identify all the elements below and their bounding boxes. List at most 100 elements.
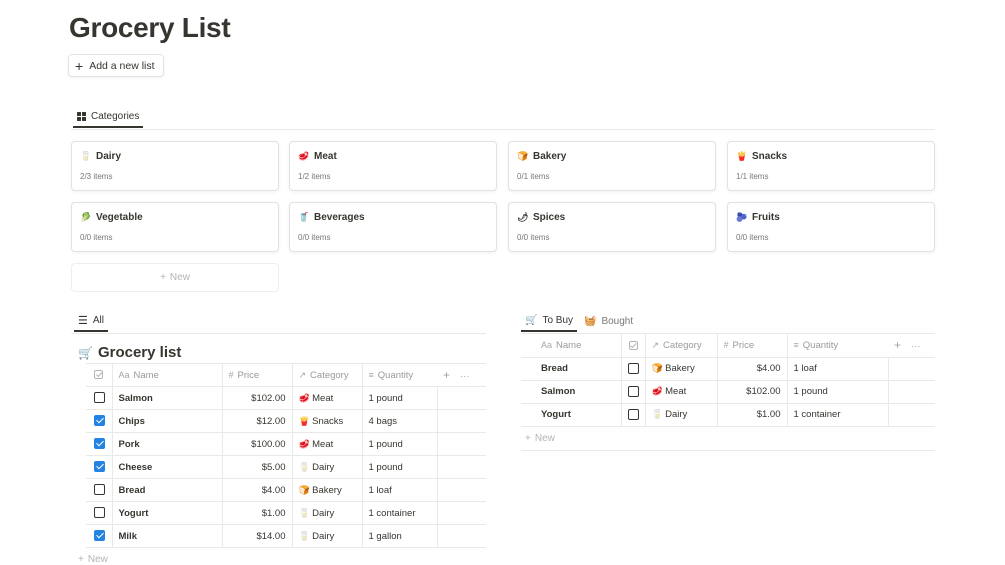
item-category[interactable]: 🥩 Meat [644,380,717,404]
category-card-dairy[interactable]: 🥛 Dairy 2/3 items [71,141,279,191]
item-name[interactable]: Chips [111,409,222,433]
item-name[interactable]: Cheese [111,455,222,479]
category-count: 1/2 items [298,172,331,181]
meat-icon: 🥩 [298,151,310,161]
item-category[interactable]: 🥛 Dairy [291,501,362,525]
row-checkbox[interactable] [94,392,105,404]
price-column-header[interactable]: # Price [221,363,292,387]
item-quantity[interactable]: 1 pound [361,386,437,410]
item-quantity[interactable]: 1 container [361,501,437,525]
item-quantity[interactable]: 4 bags [361,409,437,433]
item-price[interactable]: $5.00 [221,455,292,479]
item-category[interactable]: 🥛 Dairy [644,403,717,427]
tab-all[interactable]: ☰ All [74,310,108,332]
item-category[interactable]: 🍟 Snacks [291,409,362,433]
item-price[interactable]: $4.00 [221,478,292,502]
item-quantity[interactable]: 1 gallon [361,524,437,548]
add-new-list-button[interactable]: + Add a new list [68,54,164,77]
category-column-header[interactable]: ↗ Category [644,334,717,358]
table-row[interactable]: Cheese $5.00 🥛 Dairy 1 pound [86,455,486,479]
table-row[interactable]: Bread 🍞 Bakery $4.00 1 loaf [521,357,935,381]
item-quantity[interactable]: 1 container [786,403,888,427]
more-options-icon[interactable]: ··· [911,341,921,352]
item-category[interactable]: 🍞 Bakery [644,357,717,381]
row-checkbox[interactable] [627,385,639,397]
item-name[interactable]: Salmon [111,386,222,410]
item-name[interactable]: Salmon [521,380,621,404]
table-row[interactable]: Yogurt $1.00 🥛 Dairy 1 container [86,501,486,525]
row-checkbox-checked[interactable] [94,461,105,473]
row-checkbox-checked[interactable] [94,415,105,427]
item-name[interactable]: Pork [111,432,222,456]
table-row[interactable]: Pork $100.00 🥩 Meat 1 pound [86,432,486,456]
tab-categories[interactable]: Categories [73,106,144,128]
category-column-header[interactable]: ↗ Category [291,363,362,387]
new-category-button[interactable]: + New [71,263,279,292]
checkbox-column-header[interactable] [86,363,112,387]
item-quantity[interactable]: 1 pound [361,432,437,456]
item-name[interactable]: Yogurt [521,403,621,427]
tab-bought[interactable]: 🧺 Bought [580,310,637,332]
item-category[interactable]: 🥩 Meat [291,432,362,456]
add-column-icon[interactable]: + [894,338,901,352]
checkbox-column-header[interactable] [620,334,645,358]
category-card-meat[interactable]: 🥩 Meat 1/2 items [289,141,497,191]
more-options-icon[interactable]: ··· [460,371,470,382]
quantity-column-header[interactable]: ≡ Quantity [786,334,888,358]
item-quantity[interactable]: 1 pound [361,455,437,479]
row-checkbox[interactable] [94,507,105,519]
name-column-header[interactable]: Aa Name [111,363,222,387]
item-price[interactable]: $102.00 [716,380,787,404]
category-card-spices[interactable]: 🌶 Spices 0/0 items [508,202,716,252]
item-name[interactable]: Milk [111,524,222,548]
row-checkbox-checked[interactable] [94,530,105,542]
table-row[interactable]: Bread $4.00 🍞 Bakery 1 loaf [86,478,486,502]
quantity-column-header[interactable]: ≡ Quantity [361,363,437,387]
meat-icon: 🥩 [651,386,663,396]
table-row[interactable]: Chips $12.00 🍟 Snacks 4 bags [86,409,486,433]
item-quantity[interactable]: 1 pound [786,380,888,404]
category-name: Meat [314,151,337,162]
row-checkbox[interactable] [627,408,639,420]
blueberries-icon: 🫐 [736,212,748,222]
new-row-button[interactable]: + New [525,433,555,444]
item-price[interactable]: $4.00 [716,357,787,381]
item-quantity[interactable]: 1 loaf [361,478,437,502]
item-category[interactable]: 🥩 Meat [291,386,362,410]
item-category[interactable]: 🥛 Dairy [291,455,362,479]
category-card-bakery[interactable]: 🍞 Bakery 0/1 items [508,141,716,191]
item-quantity[interactable]: 1 loaf [786,357,888,381]
new-row-button[interactable]: + New [78,554,108,565]
category-card-vegetable[interactable]: 🥬 Vegetable 0/0 items [71,202,279,252]
item-category[interactable]: 🍞 Bakery [291,478,362,502]
add-column-icon[interactable]: + [443,368,450,382]
table-row[interactable]: Salmon $102.00 🥩 Meat 1 pound [86,386,486,410]
table-row[interactable]: Salmon 🥩 Meat $102.00 1 pound [521,380,935,404]
basket-icon: 🧺 [584,315,597,327]
item-price[interactable]: $14.00 [221,524,292,548]
category-name: Snacks [752,151,788,162]
name-column-header[interactable]: Aa Name [521,334,621,358]
item-name[interactable]: Bread [521,357,621,381]
tab-categories-label: Categories [91,110,140,122]
item-price[interactable]: $100.00 [221,432,292,456]
item-price[interactable]: $12.00 [221,409,292,433]
item-name[interactable]: Bread [111,478,222,502]
category-count: 0/0 items [736,233,769,242]
category-card-snacks[interactable]: 🍟 Snacks 1/1 items [727,141,935,191]
table-row[interactable]: Milk $14.00 🥛 Dairy 1 gallon [86,524,486,548]
category-card-beverages[interactable]: 🥤 Beverages 0/0 items [289,202,497,252]
row-checkbox[interactable] [627,362,639,374]
category-card-fruits[interactable]: 🫐 Fruits 0/0 items [727,202,935,252]
row-checkbox[interactable] [94,484,105,496]
row-checkbox-checked[interactable] [94,438,105,450]
item-price[interactable]: $1.00 [221,501,292,525]
price-column-header[interactable]: # Price [716,334,787,358]
item-name[interactable]: Yogurt [111,501,222,525]
item-price[interactable]: $102.00 [221,386,292,410]
tab-to-buy[interactable]: 🛒 To Buy [521,310,578,332]
item-category[interactable]: 🥛 Dairy [291,524,362,548]
table-row[interactable]: Yogurt 🥛 Dairy $1.00 1 container [521,403,935,427]
item-price[interactable]: $1.00 [716,403,787,427]
table-title: 🛒 Grocery list [78,344,181,361]
